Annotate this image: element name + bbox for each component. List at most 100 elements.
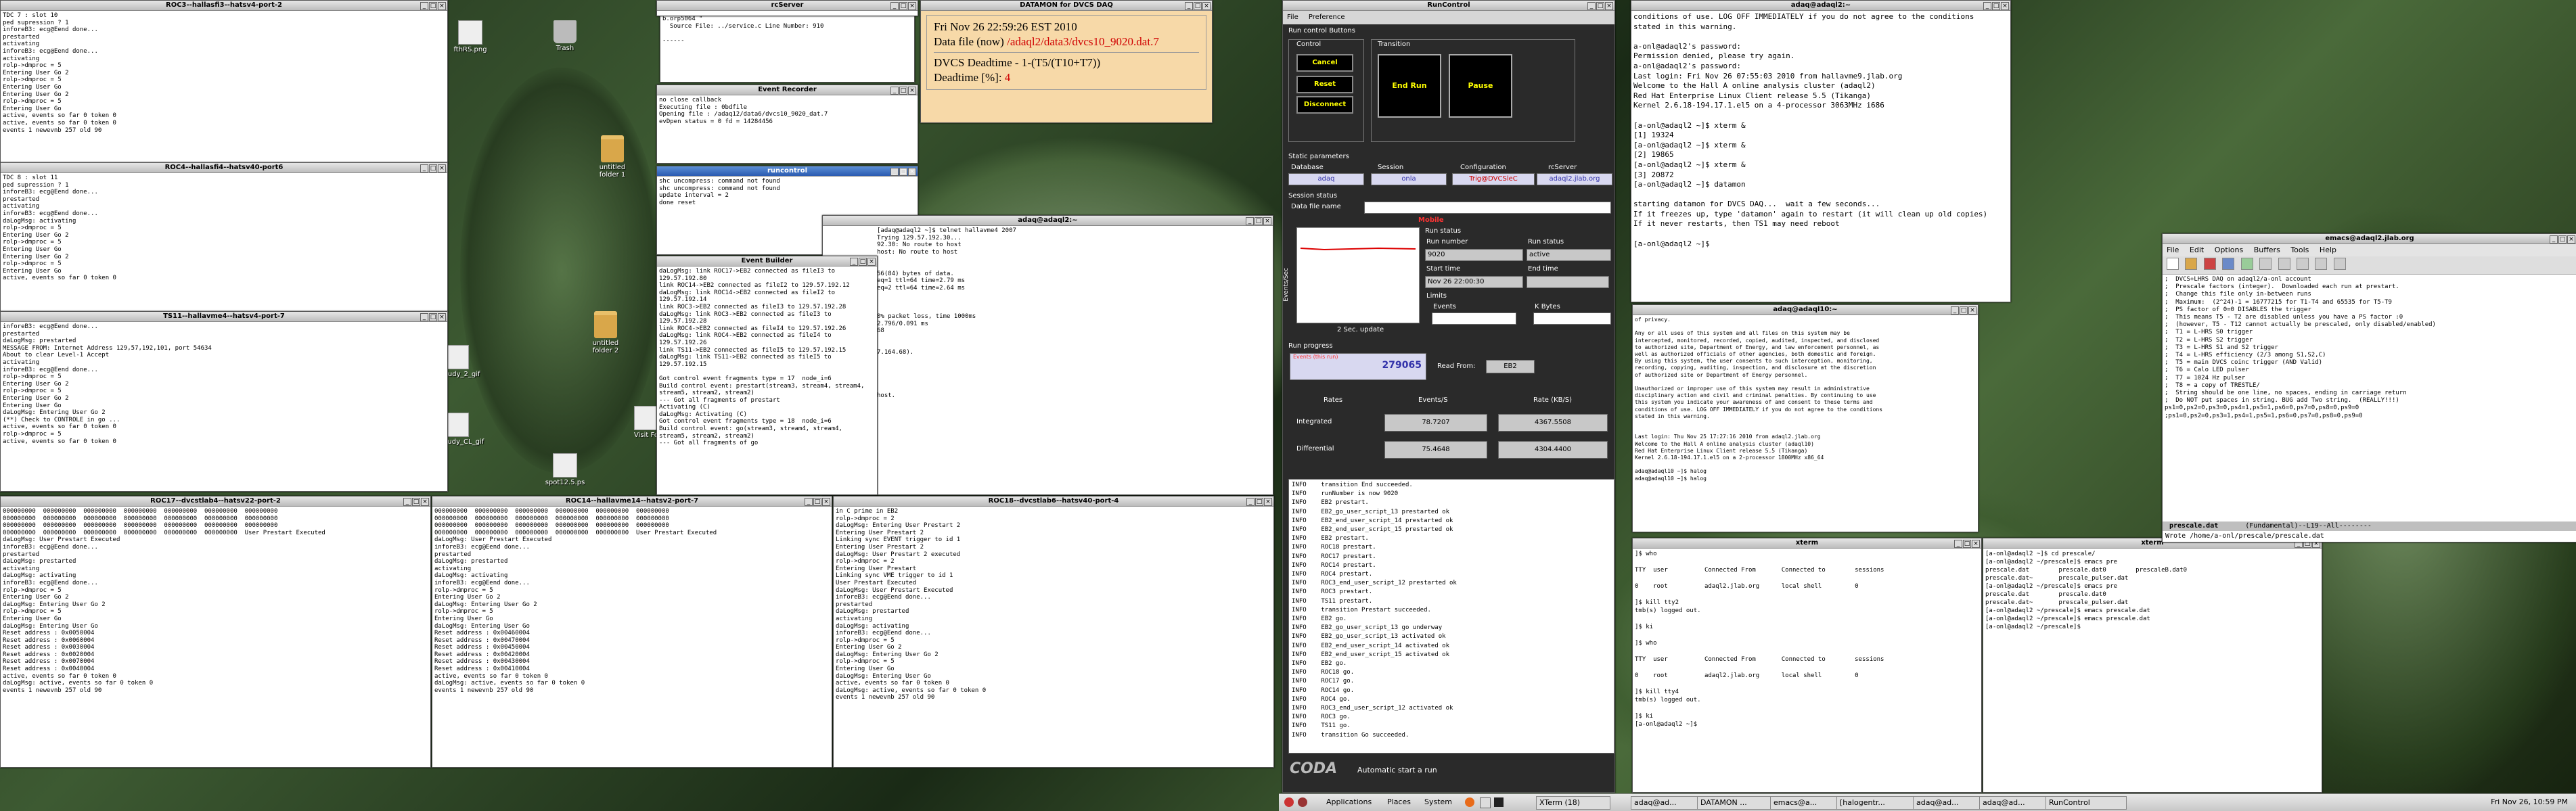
maximize-icon[interactable]: □: [1960, 306, 1968, 315]
minimize-icon[interactable]: _: [1587, 2, 1596, 10]
terminal-output[interactable]: no close callback Executing file : 0bdfi…: [657, 95, 918, 126]
terminal-launcher-icon[interactable]: [1494, 797, 1504, 807]
runcontrol-window[interactable]: RunControl _ □ × File Preference Run contro…: [1282, 0, 1615, 793]
copy-icon[interactable]: [2278, 258, 2290, 270]
minimize-icon[interactable]: _: [1983, 2, 1991, 10]
paste-icon[interactable]: [2296, 258, 2309, 270]
maximize-icon[interactable]: □: [429, 313, 437, 321]
terminal-output[interactable]: ]$ who TTY user Connected From Connected…: [1633, 549, 1981, 730]
task-button[interactable]: [halogentr...: [1836, 796, 1914, 810]
maximize-icon[interactable]: □: [1194, 2, 1202, 10]
roc14-window[interactable]: ROC14--hallavme14--hatsv2-port-7 _ □ × 0000…: [432, 496, 832, 768]
window-titlebar[interactable]: emacs@adaql2.jlab.org _ □ ×: [2163, 234, 2576, 244]
terminal-output[interactable]: b.orp5064 " Source File: ../service.c Li…: [660, 14, 914, 45]
applications-menu[interactable]: Applications: [1326, 797, 1372, 806]
maximize-icon[interactable]: □: [899, 168, 907, 176]
reset-button[interactable]: Reset: [1296, 76, 1353, 93]
ts11-window[interactable]: TS11--hallavme4--hatsv4-port-7 _ □ × infore…: [0, 311, 448, 492]
panel-clock[interactable]: Fri Nov 26, 10:59 PM: [2491, 797, 2568, 806]
service-window[interactable]: b.orp5064 " Source File: ../service.c Li…: [660, 14, 915, 83]
terminal-output[interactable]: inforeB3: ecg@Eend done... prestarted da…: [1, 322, 447, 446]
xterm-window-2[interactable]: xterm _ □ × [a-onl@adaql2 ~]$ cd prescale/ …: [1983, 538, 2322, 793]
minimize-icon[interactable]: _: [1954, 540, 1962, 548]
terminal-output[interactable]: [adaq@adaql2 ~]$ telnet hallavme4 2007 T…: [823, 226, 1273, 400]
panel-apps-icon[interactable]: [1284, 797, 1294, 807]
task-button[interactable]: DATAMON ...: [1697, 796, 1771, 810]
window-titlebar[interactable]: RunControl _ □ ×: [1283, 1, 1614, 11]
emacs-buffer[interactable]: ; DVCS+LHRS DAQ on adaql2/a-onl account …: [2163, 275, 2576, 507]
rcserver-window[interactable]: rcServer _ □ ×: [656, 0, 918, 16]
window-titlebar[interactable]: ROC14--hallavme14--hatsv2-port-7 _ □ ×: [432, 496, 832, 507]
maximize-icon[interactable]: □: [429, 164, 437, 172]
minimize-icon[interactable]: _: [420, 164, 428, 172]
desktop-icon-ps[interactable]: spot12.5.ps: [541, 453, 589, 486]
event-recorder-window[interactable]: Event Recorder _ □ × no close callback Exec…: [656, 85, 918, 164]
terminal-output[interactable]: of privacy. Any or all uses of this syst…: [1633, 315, 1978, 484]
desktop-icon-trash[interactable]: Trash: [541, 20, 589, 52]
close-icon[interactable]: ×: [421, 498, 429, 506]
desktop-icon-image[interactable]: fthRS.png: [447, 20, 494, 53]
desktop-icon-folder-2[interactable]: untitled folder 2: [582, 311, 629, 354]
window-titlebar[interactable]: ROC3--hallasfi3--hatsv4-port-2 _ □ ×: [1, 1, 447, 11]
end-run-button[interactable]: End Run: [1378, 54, 1441, 118]
pause-button[interactable]: Pause: [1449, 54, 1512, 118]
kbytes-limit-input[interactable]: [1533, 312, 1611, 325]
undo-icon[interactable]: [2240, 258, 2253, 270]
close-icon[interactable]: [2203, 258, 2216, 270]
xterm-window-1[interactable]: xterm _ □ × ]$ who TTY user Connected From …: [1632, 538, 1982, 793]
close-icon[interactable]: ×: [438, 2, 446, 10]
close-icon[interactable]: ×: [867, 258, 876, 266]
cut-icon[interactable]: [2259, 258, 2272, 270]
terminal-output[interactable]: TDC 8 : slot 11 ped supression ? 1 infor…: [1, 173, 447, 283]
roc3-window[interactable]: ROC3--hallasfi3--hatsv4-port-2 _ □ × TDC 7 …: [0, 0, 448, 164]
maximize-icon[interactable]: □: [1255, 498, 1263, 506]
places-menu[interactable]: Places: [1387, 797, 1411, 806]
window-titlebar[interactable]: rcServer _ □ ×: [657, 1, 918, 11]
window-titlebar[interactable]: adaq@adaql2:~ _ □ ×: [1631, 1, 2010, 11]
close-icon[interactable]: ×: [908, 168, 916, 176]
maximize-icon[interactable]: □: [1255, 217, 1263, 225]
disconnect-button[interactable]: Disconnect: [1296, 96, 1353, 114]
help-icon[interactable]: [2333, 258, 2346, 270]
read-from-select[interactable]: EB2: [1486, 360, 1535, 373]
terminal-output[interactable]: in C prime in EB2 rolp->dmproc = 2 daLog…: [834, 507, 1273, 703]
task-button[interactable]: adaq@ad...: [1979, 796, 2047, 810]
new-file-icon[interactable]: [2167, 258, 2179, 270]
minimize-icon[interactable]: _: [1951, 306, 1959, 315]
window-titlebar[interactable]: TS11--hallavme4--hatsv4-port-7 _ □ ×: [1, 312, 447, 322]
minimize-icon[interactable]: _: [403, 498, 411, 506]
minimize-icon[interactable]: _: [890, 168, 899, 176]
maximize-icon[interactable]: □: [899, 2, 907, 10]
cancel-button[interactable]: Cancel: [1296, 54, 1353, 72]
window-titlebar[interactable]: Event Recorder _ □ ×: [657, 85, 918, 95]
close-icon[interactable]: ×: [438, 164, 446, 172]
maximize-icon[interactable]: □: [899, 87, 907, 95]
terminal-output[interactable]: [a-onl@adaql2 ~]$ cd prescale/ [a-onl@ad…: [1983, 549, 2322, 632]
window-titlebar[interactable]: runcontrol _ □ ×: [657, 166, 918, 177]
terminal-output[interactable]: conditions of use. LOG OFF IMMEDIATELY i…: [1631, 11, 2010, 250]
close-icon[interactable]: ×: [1972, 540, 1980, 548]
close-icon[interactable]: ×: [1263, 217, 1271, 225]
window-titlebar[interactable]: ROC17--dvcstlab4--hatsv22-port-2 _ □ ×: [1, 496, 430, 507]
close-icon[interactable]: ×: [1968, 306, 1976, 315]
window-titlebar[interactable]: adaq@adaql2:~ _ □ ×: [823, 216, 1273, 226]
save-icon[interactable]: [2222, 258, 2235, 270]
maximize-icon[interactable]: □: [859, 258, 867, 266]
minimize-icon[interactable]: _: [805, 498, 813, 506]
maximize-icon[interactable]: □: [1596, 2, 1604, 10]
minimize-icon[interactable]: _: [890, 87, 899, 95]
system-menu[interactable]: System: [1424, 797, 1452, 806]
minimize-icon[interactable]: _: [1246, 217, 1254, 225]
close-icon[interactable]: ×: [438, 313, 446, 321]
close-icon[interactable]: ×: [908, 87, 916, 95]
terminal-output[interactable]: shc uncompress: command not found shc un…: [657, 177, 918, 208]
window-titlebar[interactable]: ROC18--dvcstlab6--hatsv40-port-4 _ □ ×: [834, 496, 1273, 507]
close-icon[interactable]: ×: [1202, 2, 1211, 10]
events-limit-input[interactable]: [1432, 312, 1516, 325]
emacs-window[interactable]: emacs@adaql2.jlab.org _ □ × File Edit Optio…: [2162, 233, 2576, 542]
window-titlebar[interactable]: adaq@adaql10:~ _ □ ×: [1633, 305, 1978, 315]
task-button[interactable]: XTerm (18): [1536, 796, 1610, 810]
close-icon[interactable]: ×: [2001, 2, 2009, 10]
minimize-icon[interactable]: _: [420, 313, 428, 321]
terminal-output[interactable]: 000000000 000000000 000000000 000000000 …: [432, 507, 832, 695]
